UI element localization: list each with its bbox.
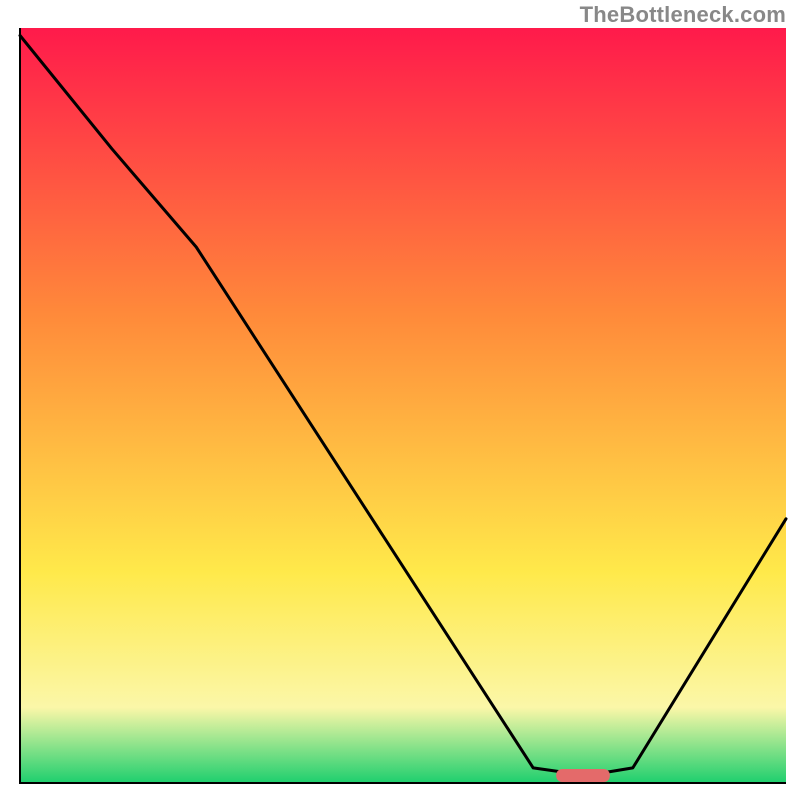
- chart-container: TheBottleneck.com: [0, 0, 800, 800]
- bottleneck-chart: [0, 0, 800, 800]
- plot-background: [20, 28, 786, 783]
- optimum-marker: [556, 769, 610, 782]
